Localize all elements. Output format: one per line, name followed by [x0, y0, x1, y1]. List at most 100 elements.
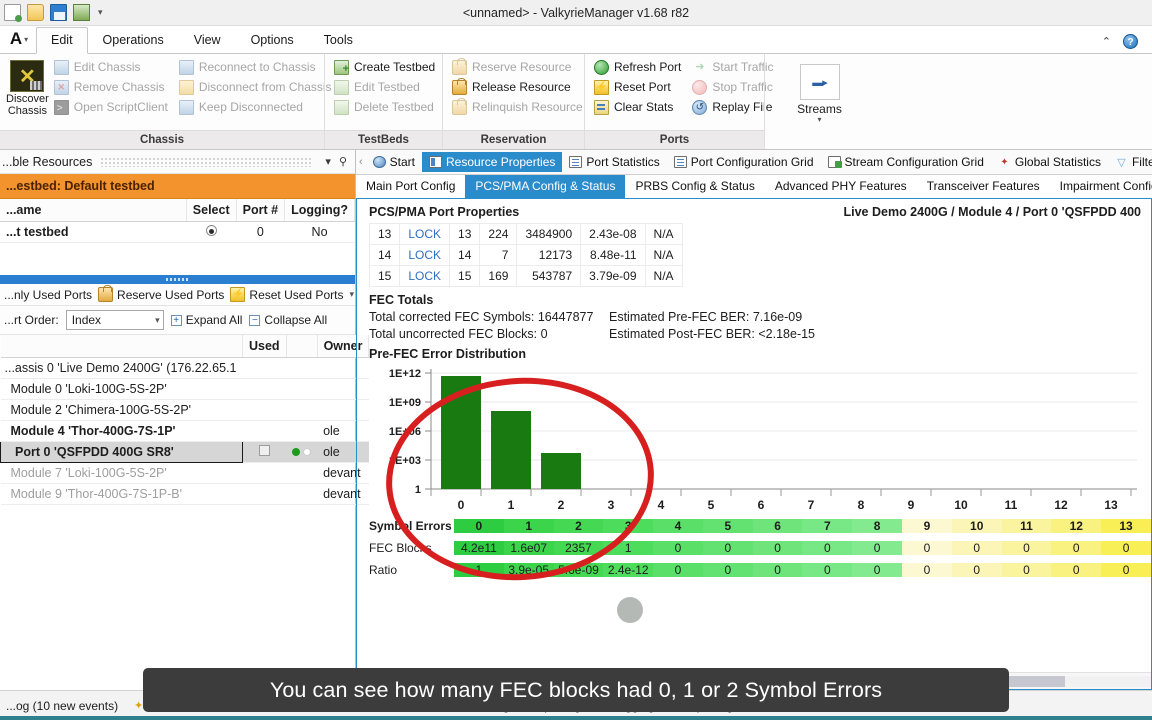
tab-port-configuration-grid-label: Port Configuration Grid [690, 155, 814, 169]
testbed-row-select[interactable] [186, 221, 237, 243]
tab-global-statistics[interactable]: Global Statistics [991, 152, 1108, 172]
open-file-icon[interactable] [27, 4, 44, 21]
expand-all-button[interactable]: + Expand All [170, 313, 242, 327]
panel-splitter[interactable] [0, 275, 355, 284]
tab-stream-configuration-grid[interactable]: Stream Configuration Grid [821, 152, 991, 172]
table-row[interactable]: Module 9 'Thor-400G-7S-1P-B' devant [0, 483, 369, 505]
radio-selected-icon[interactable] [205, 225, 217, 236]
menu-bar[interactable]: A ▾ Edit Operations View Options Tools ⌃… [0, 26, 1152, 54]
tab-view[interactable]: View [179, 27, 236, 53]
testbed-row-name: ...t testbed [0, 221, 187, 243]
testbed-row-logging: No [284, 221, 355, 243]
checkbox-icon[interactable] [259, 445, 271, 456]
export-icon[interactable] [73, 4, 90, 21]
tab-edit[interactable]: Edit [36, 27, 88, 54]
remove-chassis-button[interactable]: Remove Chassis [51, 78, 174, 97]
plus-box-icon: + [170, 314, 182, 326]
edit-chassis-label: Edit Chassis [73, 60, 141, 74]
ratio-5: 0 [702, 563, 753, 577]
quick-access-toolbar[interactable]: ▾ [0, 4, 103, 22]
edit-testbed-button[interactable]: Edit Testbed [331, 78, 441, 97]
discover-chassis-button[interactable]: Discover Chassis [6, 58, 49, 117]
tab-port-configuration-grid[interactable]: Port Configuration Grid [667, 152, 821, 172]
table-row[interactable]: 15 LOCK 15 169 543787 3.79e-09 N/A [368, 265, 683, 287]
keep-disconnected-button[interactable]: Keep Disconnected [176, 98, 338, 117]
collapse-all-button[interactable]: − Collapse All [249, 313, 327, 327]
reset-used-ports-button[interactable]: Reset Used Ports [230, 287, 343, 302]
relinquish-resource-button[interactable]: Relinquish Resource [449, 98, 589, 117]
table-row[interactable]: ...t testbed 0 No [0, 221, 355, 243]
resource-used [242, 378, 287, 400]
tab-operations[interactable]: Operations [88, 27, 179, 53]
table-row[interactable]: Port 0 'QSFPDD 400G SR8' ole [0, 441, 369, 463]
table-row[interactable]: 13 LOCK 13 224 3484900 2.43e-08 N/A [368, 223, 683, 245]
resource-used [242, 483, 287, 505]
fec-corrected-value: 16447877 [537, 310, 594, 324]
status-event-log[interactable]: ...og (10 new events) [6, 699, 118, 713]
streams-caret-icon[interactable]: ▾ [817, 116, 821, 124]
reset-port-button[interactable]: Reset Port [591, 78, 687, 97]
new-file-icon[interactable] [4, 4, 22, 22]
open-scriptclient-button[interactable]: Open ScriptClient [51, 98, 174, 117]
reserve-used-ports-button[interactable]: Reserve Used Ports [98, 285, 224, 302]
resource-name-selected: Port 0 'QSFPDD 400G SR8' [0, 441, 243, 463]
sub-tabs[interactable]: Main Port Config PCS/PMA Config & Status… [356, 175, 1152, 199]
edit-chassis-button[interactable]: Edit Chassis [51, 58, 174, 77]
document-tabs[interactable]: ‹ Start Resource Properties Port Statist… [356, 150, 1152, 175]
help-icon[interactable]: ? [1123, 34, 1138, 49]
create-testbed-button[interactable]: Create Testbed [331, 58, 441, 77]
ribbon-group-label-reservation: Reservation [443, 130, 584, 149]
x-tick-1: 1 [508, 498, 515, 511]
sym-hdr-5: 5 [702, 519, 753, 533]
table-row[interactable]: 14 LOCK 14 7 12173 8.48e-11 N/A [368, 244, 683, 266]
refresh-port-button[interactable]: Refresh Port [591, 58, 687, 77]
ribbon-group-chassis: Discover Chassis Edit Chassis Remove Cha… [0, 54, 332, 149]
tab-options[interactable]: Options [236, 27, 309, 53]
tabs-scroll-left-icon[interactable]: ‹ [356, 156, 366, 168]
subtab-prbs-config-status[interactable]: PRBS Config & Status [625, 175, 764, 198]
only-used-ports-button[interactable]: ...nly Used Ports [4, 288, 92, 302]
release-resource-button[interactable]: Release Resource [449, 78, 589, 97]
sort-order-select[interactable]: Index ▾ [65, 310, 164, 330]
minus-box-icon: − [249, 314, 261, 326]
disconnect-from-chassis-button[interactable]: Disconnect from Chassis [176, 78, 338, 97]
subtab-pcs-pma-config-status[interactable]: PCS/PMA Config & Status [465, 175, 626, 198]
delete-testbed-button[interactable]: Delete Testbed [331, 98, 441, 117]
chevron-up-icon[interactable]: ⌃ [1102, 35, 1111, 48]
resource-state [286, 441, 318, 463]
customize-qat-caret-icon[interactable]: ▾ [98, 7, 103, 18]
tab-resource-properties[interactable]: Resource Properties [422, 152, 563, 172]
reconnect-label: Reconnect to Chassis [198, 60, 316, 74]
title-bar: ▾ <unnamed> - ValkyrieManager v1.68 r82 [0, 0, 1152, 26]
subtab-impairment-config[interactable]: Impairment Config [1050, 175, 1152, 198]
subtab-main-port-config[interactable]: Main Port Config [356, 175, 465, 198]
release-resource-lock-icon [452, 78, 467, 95]
discover-chassis-label-2: Chassis [7, 105, 47, 117]
pin-icon[interactable]: ⚲ [335, 155, 351, 168]
reserve-resource-button[interactable]: Reserve Resource [449, 58, 589, 77]
table-row[interactable]: ...assis 0 'Live Demo 2400G' (176.22.65.… [0, 357, 369, 379]
resource-properties-panel: ‹ Start Resource Properties Port Statist… [356, 150, 1152, 690]
save-file-icon[interactable] [50, 4, 67, 21]
application-button[interactable]: A ▾ [2, 25, 36, 53]
table-row[interactable]: Module 0 'Loki-100G-5S-2P' [0, 378, 369, 400]
subtab-advanced-phy-features[interactable]: Advanced PHY Features [765, 175, 917, 198]
chart-x-ticks [430, 489, 1132, 496]
streams-label: Streams [797, 102, 842, 116]
tab-tools[interactable]: Tools [309, 27, 368, 53]
tab-port-statistics[interactable]: Port Statistics [562, 152, 666, 172]
fec-blocks-6: 0 [752, 541, 803, 555]
tab-filters[interactable]: Filters [1108, 152, 1152, 172]
ports-col-1: Refresh Port Reset Port Clear Stats [591, 58, 687, 117]
tab-start[interactable]: Start [366, 152, 422, 172]
clear-stats-button[interactable]: Clear Stats [591, 98, 687, 117]
panel-menu-caret-icon[interactable]: ▾ [321, 155, 335, 168]
streams-button[interactable]: Streams ▾ [797, 58, 842, 124]
table-row[interactable]: Module 2 'Chimera-100G-5S-2P' [0, 399, 369, 421]
reconnect-to-chassis-button[interactable]: Reconnect to Chassis [176, 58, 338, 77]
subtab-transceiver-features[interactable]: Transceiver Features [917, 175, 1050, 198]
resource-used-checkbox[interactable] [242, 441, 287, 463]
table-row[interactable]: Module 4 'Thor-400G-7S-1P' ole [0, 420, 369, 442]
toolbar-overflow-caret-icon[interactable]: ▾ [349, 289, 354, 300]
table-row[interactable]: Module 7 'Loki-100G-5S-2P' devant [0, 462, 369, 484]
